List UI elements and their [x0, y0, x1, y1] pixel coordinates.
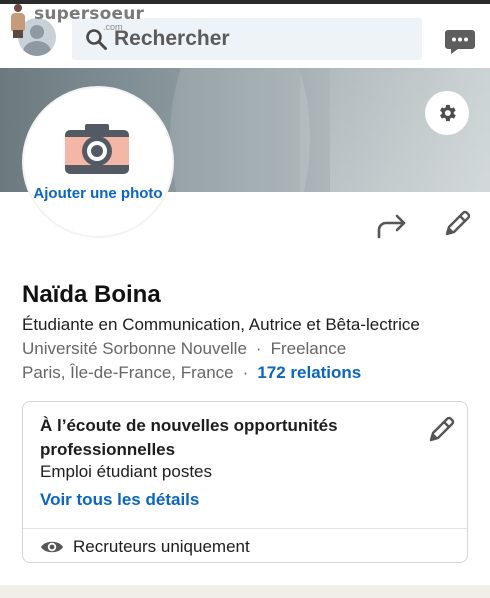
profile-work[interactable]: Freelance [271, 339, 347, 358]
gear-icon [440, 104, 456, 122]
open-to-work-subtitle: Emploi étudiant postes [40, 462, 212, 481]
profile-school[interactable]: Université Sorbonne Nouvelle [22, 339, 247, 358]
profile-headline: Étudiante en Communication, Autrice et B… [22, 315, 420, 334]
card-divider [23, 528, 467, 529]
profile-location: Paris, Île-de-France, France [22, 363, 234, 382]
watermark-figure [8, 4, 28, 38]
separator-dot: · [255, 339, 262, 358]
profile-name: Naïda Boina [22, 281, 161, 308]
supersoeur-watermark: supersoeur .com [0, 0, 150, 44]
share-arrow-icon[interactable] [376, 212, 408, 240]
camera-icon [65, 124, 129, 174]
open-to-work-title: À l’écoute de nouvelles opportunités pro… [40, 416, 338, 459]
chat-bubble-icon[interactable] [444, 28, 476, 56]
see-all-details-link[interactable]: Voir tous les détails [40, 490, 199, 510]
separator-dot: · [242, 363, 249, 382]
eye-icon [41, 541, 63, 553]
watermark-sub: .com [103, 22, 123, 32]
open-to-work-card: À l’écoute de nouvelles opportunités pro… [22, 401, 468, 563]
add-photo-link[interactable]: Ajouter une photo [0, 185, 196, 202]
profile-education-work: Université Sorbonne Nouvelle · Freelance [22, 339, 346, 359]
section-separator [0, 585, 490, 598]
pencil-icon[interactable] [441, 208, 473, 240]
visibility-label: Recruteurs uniquement [73, 537, 250, 556]
relations-link[interactable]: 172 relations [257, 363, 361, 382]
watermark-text: supersoeur [34, 4, 145, 24]
pencil-icon[interactable] [425, 414, 457, 446]
settings-button[interactable] [425, 91, 469, 135]
profile-location-row: Paris, Île-de-France, France · 172 relatio… [22, 363, 361, 383]
